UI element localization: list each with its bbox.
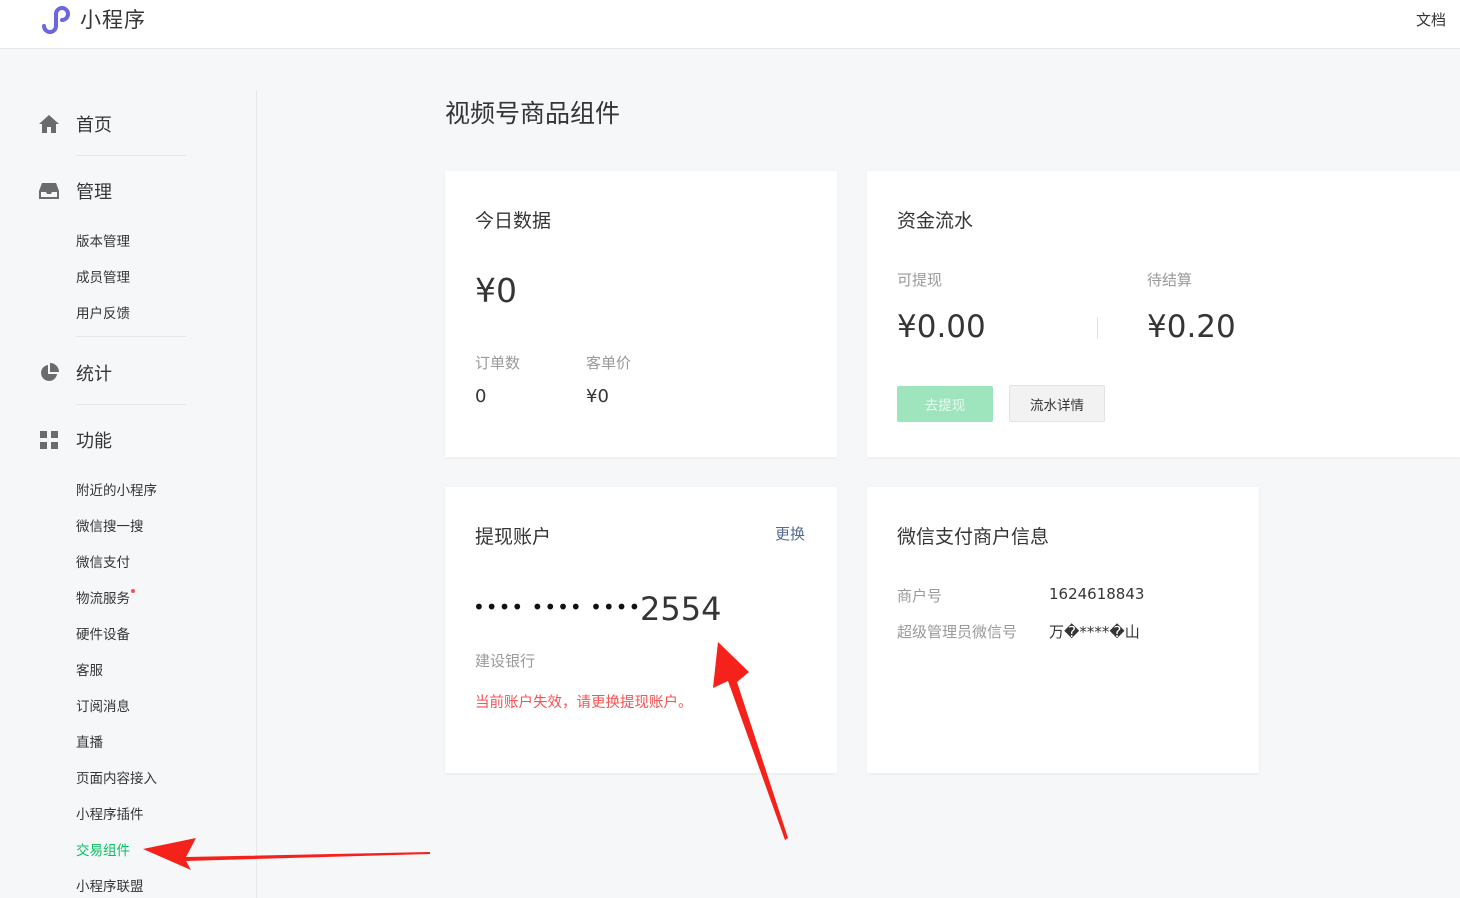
divider: [1097, 317, 1098, 339]
admin-wechat-label: 超级管理员微信号: [897, 623, 1018, 641]
change-account-link[interactable]: 更换: [775, 523, 805, 544]
sidebar-item-hardware[interactable]: 硬件设备: [76, 623, 130, 643]
app-title: 小程序: [80, 8, 146, 32]
mini-program-logo-icon: [42, 6, 70, 34]
card-title: 资金流水: [897, 210, 974, 232]
inbox-icon: [38, 180, 60, 202]
nav-divider: [76, 404, 186, 405]
orders-label: 订单数: [475, 354, 521, 372]
sidebar-item-plugins[interactable]: 小程序插件: [76, 803, 144, 823]
sidebar-item-trade-component[interactable]: 交易组件: [76, 839, 130, 859]
sidebar-item-page-content[interactable]: 页面内容接入: [76, 767, 157, 787]
nav-features-label: 功能: [76, 431, 112, 452]
avg-price-label: 客单价: [586, 354, 632, 372]
nav-features[interactable]: 功能: [38, 427, 112, 453]
merchant-id-label: 商户号: [897, 587, 943, 605]
pie-chart-icon: [38, 362, 60, 384]
withdrawable-label: 可提现: [897, 271, 943, 289]
nav-stats[interactable]: 统计: [38, 360, 112, 386]
account-invalid-warning: 当前账户失效，请更换提现账户。: [475, 695, 693, 711]
card-title: 提现账户: [475, 526, 552, 548]
pending-value: ¥0.20: [1147, 309, 1236, 345]
card-title: 微信支付商户信息: [897, 526, 1050, 548]
nav-home-label: 首页: [76, 115, 112, 136]
sidebar-divider: [256, 90, 257, 898]
annotation-arrow-left: [143, 838, 430, 870]
page-title: 视频号商品组件: [445, 99, 621, 128]
bank-name: 建设银行: [475, 652, 536, 670]
masked-card-number: •••• •••• ••••: [473, 595, 642, 619]
nav-manage-label: 管理: [76, 182, 112, 203]
sidebar-item-customer-service[interactable]: 客服: [76, 659, 103, 679]
withdraw-account-card: 提现账户 更换 •••• •••• •••• 2554 建设银行 当前账户失效，…: [445, 487, 837, 773]
today-data-card: 今日数据 ¥0 订单数 0 客单价 ¥0: [445, 171, 837, 457]
nav-home[interactable]: 首页: [38, 111, 112, 137]
home-icon: [38, 113, 60, 135]
today-total-value: ¥0: [475, 271, 517, 310]
sidebar-item-alliance[interactable]: 小程序联盟: [76, 875, 144, 895]
merchant-id-value: 1624618843: [1049, 585, 1145, 603]
sidebar-item-search[interactable]: 微信搜一搜: [76, 515, 144, 535]
grid-icon: [38, 429, 60, 451]
sidebar-item-nearby[interactable]: 附近的小程序: [76, 479, 157, 499]
sidebar-item-pay[interactable]: 微信支付: [76, 551, 130, 571]
card-title: 今日数据: [475, 210, 552, 232]
fund-flow-card: 资金流水 可提现 ¥0.00 待结算 ¥0.20 去提现 流水详情: [867, 171, 1460, 457]
nav-divider: [76, 155, 186, 156]
new-badge-dot: [131, 589, 135, 593]
withdrawable-value: ¥0.00: [897, 309, 986, 345]
merchant-info-card: 微信支付商户信息 商户号 1624618843 超级管理员微信号 万�****�…: [867, 487, 1259, 773]
withdraw-button[interactable]: 去提现: [897, 386, 993, 422]
nav-manage[interactable]: 管理: [38, 178, 112, 204]
card-last4: 2554: [640, 590, 722, 628]
sidebar-item-logistics[interactable]: 物流服务: [76, 587, 130, 607]
sidebar-item-version[interactable]: 版本管理: [76, 230, 130, 250]
top-bar: 小程序 文档: [0, 0, 1460, 49]
pending-label: 待结算: [1147, 271, 1193, 289]
app-logo[interactable]: 小程序: [38, 4, 146, 34]
nav-divider: [76, 336, 186, 337]
flow-details-button[interactable]: 流水详情: [1009, 385, 1105, 422]
orders-value: 0: [475, 386, 487, 407]
sidebar-item-live[interactable]: 直播: [76, 731, 103, 751]
nav-stats-label: 统计: [76, 364, 112, 385]
sidebar-item-subscribe[interactable]: 订阅消息: [76, 695, 130, 715]
sidebar-item-feedback[interactable]: 用户反馈: [76, 302, 130, 322]
docs-link[interactable]: 文档: [1416, 9, 1446, 30]
avg-price-value: ¥0: [586, 386, 609, 407]
sidebar-item-members[interactable]: 成员管理: [76, 266, 130, 286]
admin-wechat-value: 万�****�山: [1049, 623, 1140, 641]
